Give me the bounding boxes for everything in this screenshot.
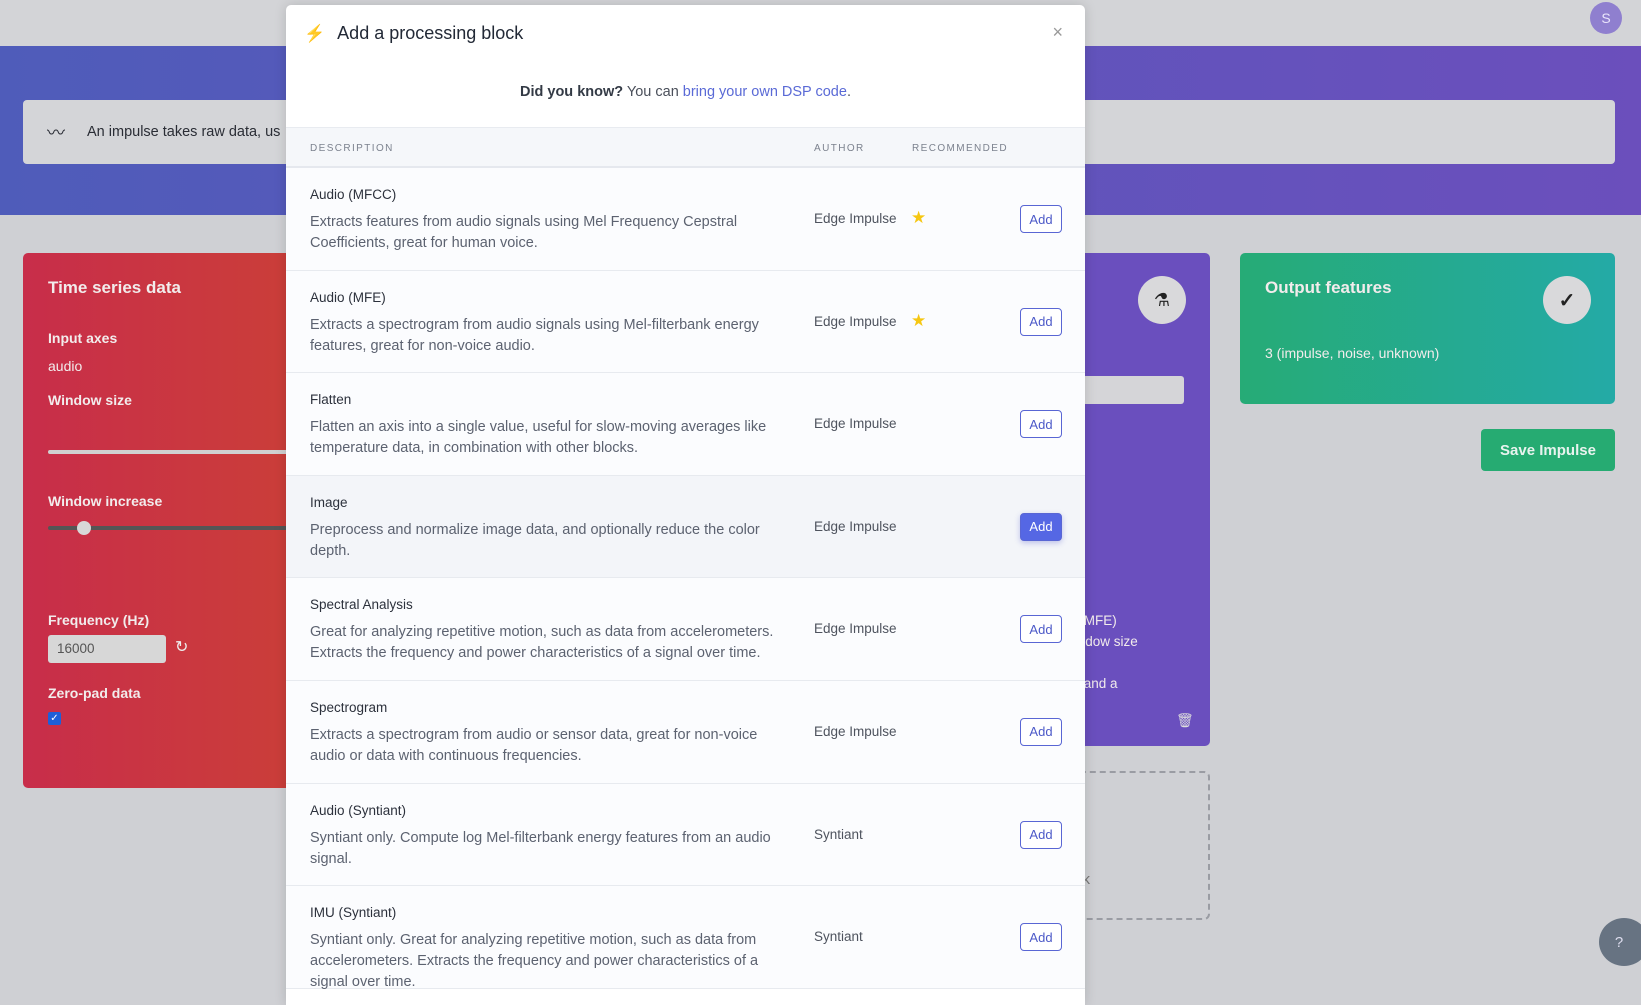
check-icon: ✓ (1543, 276, 1591, 324)
block-name: Flatten (310, 392, 352, 408)
star-icon: ★ (911, 208, 927, 227)
bolt-icon: ⚡ (304, 23, 326, 43)
block-description: Extracts a spectrogram from audio or sen… (310, 726, 758, 764)
input-axes-value: audio (48, 358, 83, 374)
block-name: IMU (Syntiant) (310, 905, 397, 921)
zero-pad-label: Zero-pad data (48, 685, 141, 701)
block-author: Edge Impulse (814, 416, 897, 432)
add-button[interactable]: Add (1020, 512, 1062, 541)
block-author: Syntiant (814, 826, 863, 842)
block-author: Edge Impulse (814, 621, 897, 637)
card-title: Output features (1265, 278, 1392, 297)
window-increase-handle[interactable] (77, 521, 91, 535)
table-header: DESCRIPTION AUTHOR RECOMMENDED (286, 127, 1085, 168)
block-name: Audio (MFCC) (310, 187, 397, 202)
block-description: Syntiant only. Great for analyzing repet… (310, 932, 759, 991)
block-author: Syntiant (814, 929, 863, 945)
save-impulse-button[interactable]: Save Impulse (1481, 429, 1615, 471)
input-axes-label: Input axes (48, 330, 118, 346)
block-description: Great for analyzing repetitive motion, s… (310, 624, 774, 662)
help-icon[interactable]: ? (1599, 918, 1641, 966)
table-row: Spectral Analysis Great for analyzing re… (286, 578, 1085, 681)
time-series-card: Time series data Input axes audio Window… (23, 253, 328, 788)
header-recommended: RECOMMENDED (912, 143, 1008, 154)
dsp-code-link[interactable]: bring your own DSP code (683, 84, 847, 100)
block-name: Spectrogram (310, 699, 388, 715)
block-list: Audio (MFCC) Extracts features from audi… (286, 168, 1085, 990)
table-row: Audio (MFCC) Extracts features from audi… (286, 168, 1085, 271)
table-row: Audio (Syntiant) Syntiant only. Compute … (286, 783, 1085, 887)
output-features-card: Output features ✓ 3 (impulse, noise, unk… (1240, 253, 1615, 404)
table-row: Image Preprocess and normalize image dat… (286, 475, 1085, 579)
header-description: DESCRIPTION (310, 143, 394, 154)
pulse-icon: 〰 (47, 123, 65, 143)
add-button[interactable]: Add (1020, 615, 1062, 644)
table-row: Spectrogram Extracts a spectrogram from … (286, 680, 1085, 784)
add-button[interactable]: Add (1020, 923, 1062, 952)
flask-icon[interactable]: ⚗ (1138, 276, 1186, 324)
block-author: Edge Impulse (814, 723, 897, 739)
table-row: IMU (Syntiant) Syntiant only. Great for … (286, 886, 1085, 990)
table-row: Flatten Flatten an axis into a single va… (286, 373, 1085, 476)
header-author: AUTHOR (814, 143, 865, 154)
add-button[interactable]: Add (1020, 717, 1062, 746)
add-processing-block-modal: ⚡ Add a processing block × Did you know?… (286, 5, 1085, 1005)
star-icon: ★ (911, 310, 927, 330)
table-row: Audio (MFE) Extracts a spectrogram from … (286, 270, 1085, 374)
tip-text: You can (623, 84, 683, 100)
window-size-label: Window size (48, 392, 132, 408)
modal-title: Add a processing block (337, 23, 524, 43)
block-description: Extracts features from audio signals usi… (310, 214, 738, 251)
block-author: Edge Impulse (814, 313, 897, 329)
trash-icon[interactable]: 🗑 (1176, 712, 1194, 729)
output-value: 3 (impulse, noise, unknown) (1265, 345, 1440, 361)
block-author: Edge Impulse (814, 518, 897, 534)
modal-header: ⚡ Add a processing block × (286, 5, 1085, 62)
add-button[interactable]: Add (1020, 205, 1062, 233)
card-title: Time series data (48, 278, 181, 297)
block-description: Extracts a spectrogram from audio signal… (310, 316, 759, 354)
refresh-icon[interactable]: ↻ (175, 637, 188, 657)
add-button[interactable]: Add (1020, 820, 1062, 849)
notice-text: An impulse takes raw data, us (87, 124, 281, 140)
window-increase-label: Window increase (48, 493, 163, 509)
tip-bold: Did you know? (520, 84, 624, 100)
block-author: Edge Impulse (814, 211, 897, 226)
zero-pad-checkbox[interactable]: ✓ (48, 712, 61, 725)
frequency-input[interactable]: 16000 (48, 635, 166, 663)
add-button[interactable]: Add (1020, 307, 1062, 336)
block-description: Flatten an axis into a single value, use… (310, 419, 767, 457)
close-icon[interactable]: × (1052, 22, 1063, 43)
block-name: Audio (Syntiant) (310, 802, 407, 818)
avatar[interactable]: S (1590, 2, 1622, 34)
add-button[interactable]: Add (1020, 410, 1062, 439)
block-description: Preprocess and normalize image data, and… (310, 521, 760, 559)
block-description: Syntiant only. Compute log Mel-filterban… (310, 829, 771, 867)
block-name: Audio (MFE) (310, 289, 386, 305)
frequency-label: Frequency (Hz) (48, 612, 150, 628)
block-name: Spectral Analysis (310, 597, 413, 613)
tip-end: . (846, 84, 851, 100)
block-name: Image (310, 494, 348, 510)
tip: Did you know? You can bring your own DSP… (286, 62, 1085, 127)
